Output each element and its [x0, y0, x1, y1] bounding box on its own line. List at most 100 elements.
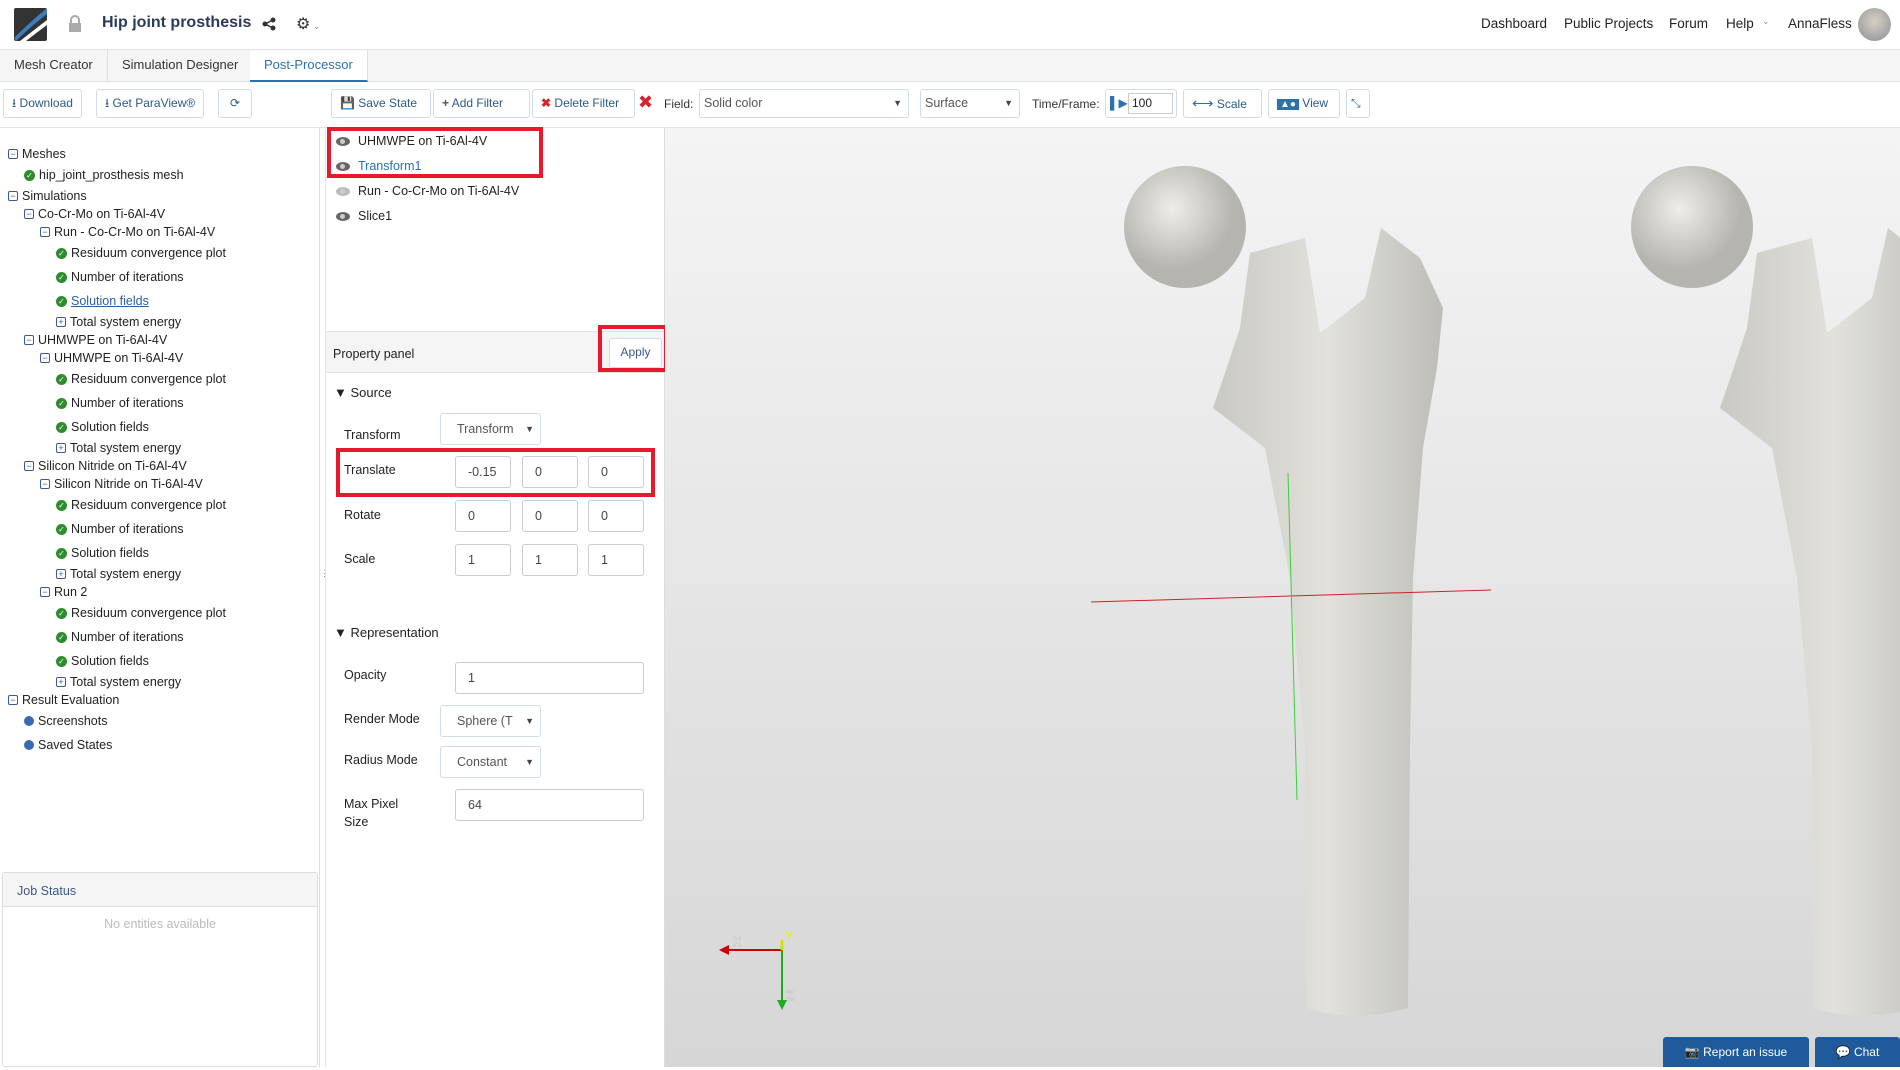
representation-select[interactable]: Surface [920, 89, 1020, 118]
delete-filter-button[interactable]: ✖ Delete Filter [532, 89, 635, 118]
get-paraview-button[interactable]: ⭳ Get ParaView® [96, 89, 205, 118]
gear-icon[interactable]: ⚙ ⌄ [296, 14, 320, 34]
expand-icon[interactable]: + [56, 677, 66, 687]
tree-item[interactable]: ✓ Number of iterations [56, 270, 184, 284]
opacity-input[interactable]: 1 [455, 662, 644, 694]
tree-item[interactable]: − Run - Co-Cr-Mo on Ti-6Al-4V [40, 225, 215, 239]
expand-icon[interactable]: + [56, 317, 66, 327]
collapse-icon[interactable]: − [40, 587, 50, 597]
tree-item[interactable]: − Silicon Nitride on Ti-6Al-4V [40, 477, 203, 491]
tree-item[interactable]: − Simulations [8, 189, 87, 203]
tree-item[interactable]: ✓ Residuum convergence plot [56, 246, 226, 260]
collapse-icon[interactable]: − [24, 335, 34, 345]
tree-item[interactable]: Screenshots [24, 714, 107, 728]
tree-item[interactable]: − UHMWPE on Ti-6Al-4V [24, 333, 167, 347]
tree-item[interactable]: + Total system energy [56, 441, 181, 455]
user-name[interactable]: AnnaFless [1788, 16, 1852, 31]
rotate-z-input[interactable]: 0 [588, 500, 644, 532]
tree-item[interactable]: ✓ Number of iterations [56, 396, 184, 410]
view-label: View [1302, 96, 1329, 110]
field-select[interactable]: Solid color [699, 89, 909, 118]
scale-y-input[interactable]: 1 [522, 544, 578, 576]
nav-public-projects[interactable]: Public Projects [1564, 16, 1653, 31]
source-section-title: Source [350, 385, 392, 400]
tree-item[interactable]: ✓ Residuum convergence plot [56, 372, 226, 386]
render-mode-select[interactable]: Sphere (T [440, 705, 541, 737]
nav-forum[interactable]: Forum [1669, 16, 1708, 31]
collapse-icon[interactable]: − [24, 209, 34, 219]
add-filter-button[interactable]: + Add Filter [433, 89, 530, 118]
tree-item[interactable]: + Total system energy [56, 567, 181, 581]
source-section-toggle[interactable]: ▼ Source [334, 385, 392, 400]
tree-item[interactable]: − UHMWPE on Ti-6Al-4V [40, 351, 183, 365]
tree-item[interactable]: ✓ Solution fields [56, 654, 149, 668]
tree-item[interactable]: − Co-Cr-Mo on Ti-6Al-4V [24, 207, 165, 221]
play-icon[interactable]: ▌▶ [1110, 96, 1128, 110]
transform-select[interactable]: Transform [440, 413, 541, 445]
nav-help[interactable]: Help [1726, 16, 1754, 31]
expand-icon[interactable]: + [56, 569, 66, 579]
pipeline-item[interactable]: Slice1 [336, 209, 392, 223]
tree-item[interactable]: ✓ Solution fields [56, 420, 149, 434]
collapse-icon[interactable]: − [40, 227, 50, 237]
rotate-y-input[interactable]: 0 [522, 500, 578, 532]
time-frame-input[interactable]: 100 [1128, 93, 1173, 114]
femur-model-transformed[interactable] [1124, 166, 1443, 1016]
tree-item[interactable]: ✓ Solution fields [56, 546, 149, 560]
tree-item[interactable]: − Silicon Nitride on Ti-6Al-4V [24, 459, 187, 473]
radius-mode-select[interactable]: Constant [440, 746, 541, 778]
tree-item[interactable]: + Total system energy [56, 675, 181, 689]
collapse-icon[interactable]: − [8, 695, 18, 705]
expand-icon[interactable]: + [56, 443, 66, 453]
tree-item[interactable]: + Total system energy [56, 315, 181, 329]
app-logo[interactable] [14, 8, 47, 41]
representation-section-toggle[interactable]: ▼ Representation [334, 625, 439, 640]
collapse-icon[interactable]: − [8, 191, 18, 201]
chat-button[interactable]: 💬 Chat [1815, 1037, 1900, 1067]
report-issue-button[interactable]: 📷 Report an issue [1663, 1037, 1809, 1067]
3d-viewport[interactable]: X Y Z [665, 128, 1900, 1067]
view-button[interactable]: ▲● View [1268, 89, 1340, 118]
tree-item[interactable]: Saved States [24, 738, 112, 752]
refresh-icon[interactable]: ⟳ [218, 89, 252, 118]
nav-dashboard[interactable]: Dashboard [1481, 16, 1547, 31]
save-state-button[interactable]: 💾 Save State [331, 89, 431, 118]
tree-item[interactable]: − Run 2 [40, 585, 87, 599]
tree-item[interactable]: ✓ hip_joint_prosthesis mesh [24, 168, 184, 182]
resize-handle[interactable]: ⋮ [320, 568, 329, 582]
tab-mesh-creator[interactable]: Mesh Creator [0, 50, 108, 82]
share-icon[interactable] [262, 17, 276, 34]
tree-item[interactable]: ✓ Number of iterations [56, 522, 184, 536]
tree-item[interactable]: ✓ Residuum convergence plot [56, 498, 226, 512]
collapse-icon[interactable]: − [40, 479, 50, 489]
tree-item[interactable]: ✓ Solution fields [56, 294, 149, 308]
tree-item-label: Residuum convergence plot [71, 372, 226, 386]
tree-item[interactable]: ✓ Number of iterations [56, 630, 184, 644]
pipeline-item[interactable]: Run - Co-Cr-Mo on Ti-6Al-4V [336, 184, 519, 198]
viewport-scene[interactable]: X Y Z [665, 128, 1900, 1067]
scale-x-input[interactable]: 1 [455, 544, 511, 576]
avatar[interactable] [1858, 8, 1891, 41]
collapse-icon[interactable]: − [8, 149, 18, 159]
axes-icon[interactable]: ⤡ [1346, 89, 1370, 118]
report-issue-label: Report an issue [1703, 1045, 1788, 1059]
scale-z-input[interactable]: 1 [588, 544, 644, 576]
help-chevron-icon[interactable]: ⌄ [1762, 16, 1770, 27]
femur-model-original[interactable] [1631, 166, 1900, 1016]
tree-item[interactable]: ✓ Residuum convergence plot [56, 606, 226, 620]
scale-button[interactable]: ⟷ Scale [1183, 89, 1262, 118]
tree-item[interactable]: − Result Evaluation [8, 693, 119, 707]
eye-icon[interactable] [336, 211, 350, 221]
download-button[interactable]: ⭳ Download [3, 89, 82, 118]
rotate-x-input[interactable]: 0 [455, 500, 511, 532]
tab-simulation-designer[interactable]: Simulation Designer [108, 50, 254, 82]
max-pixel-size-input[interactable]: 64 [455, 789, 644, 821]
eye-icon[interactable] [336, 186, 350, 196]
collapse-icon[interactable]: − [40, 353, 50, 363]
apply-button[interactable]: Apply [609, 338, 662, 368]
tree-item[interactable]: − Meshes [8, 147, 66, 161]
save-icon: 💾 [340, 96, 355, 110]
clear-filter-icon[interactable]: ✖ [638, 92, 653, 113]
tab-post-processor[interactable]: Post-Processor [250, 50, 368, 82]
collapse-icon[interactable]: − [24, 461, 34, 471]
